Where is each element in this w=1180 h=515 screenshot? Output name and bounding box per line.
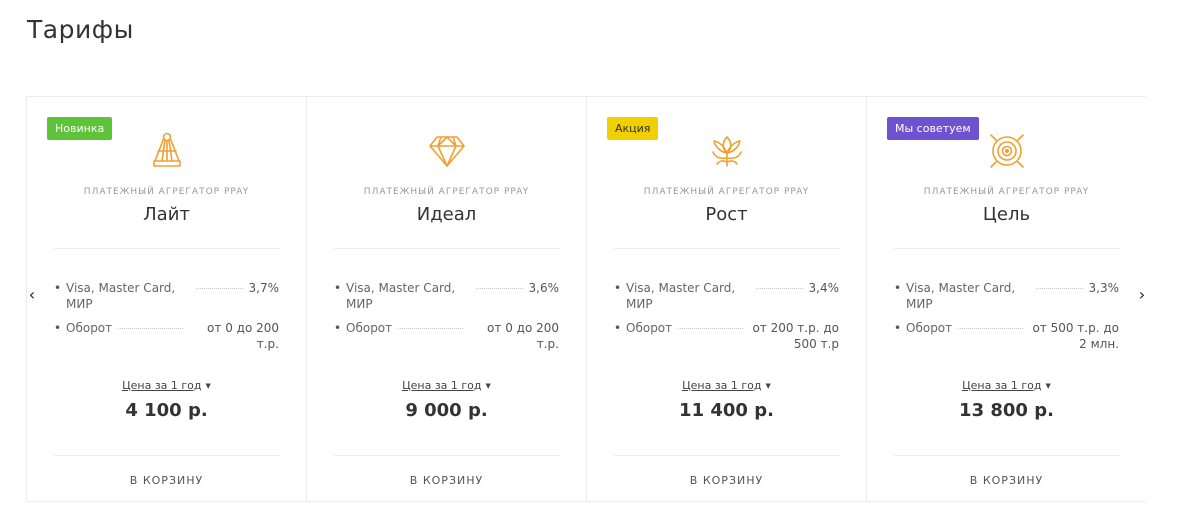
tariff-name: Цель	[982, 204, 1031, 225]
prop-row: • Visa, Master Card, МИР 3,6%	[334, 281, 560, 311]
tariff-card: Новинка ПЛАТЕЖНЫЙ АГРЕГАТОР PPAY Лайт • …	[26, 97, 306, 501]
diamond-icon	[427, 131, 467, 171]
divider	[894, 248, 1119, 249]
prop-value: 3,7%	[248, 281, 280, 295]
prop-name: Оборот	[66, 321, 113, 335]
divider	[614, 248, 839, 249]
tariff-card: Мы советуем ПЛАТЕЖНЫЙ АГРЕГАТОР PPAY Цел…	[866, 97, 1146, 501]
prop-name: Оборот	[906, 321, 953, 335]
prop-row: • Оборот от 0 до 200 т.р.	[54, 321, 279, 351]
prop-row: • Оборот от 200 т.р. до 500 т.р	[614, 321, 839, 351]
tariff-props: • Visa, Master Card, МИР 3,3% • Оборот о…	[894, 280, 1119, 360]
card-subtitle: ПЛАТЕЖНЫЙ АГРЕГАТОР PPAY	[363, 187, 530, 197]
divider	[54, 248, 279, 249]
promo-badge: Акция	[607, 117, 659, 140]
prop-name: Visa, Master Card, МИР	[906, 281, 1016, 311]
new-badge: Новинка	[47, 117, 113, 140]
card-subtitle: ПЛАТЕЖНЫЙ АГРЕГАТОР PPAY	[83, 187, 250, 197]
prop-row: • Visa, Master Card, МИР 3,7%	[54, 281, 280, 311]
price-period-select[interactable]: Цена за 1 год ▼	[27, 379, 306, 392]
divider	[894, 455, 1119, 456]
add-to-cart-button[interactable]: В КОРЗИНУ	[587, 474, 866, 487]
flower-icon	[707, 131, 747, 171]
prop-value: от 500 т.р. до 2 млн.	[1032, 321, 1119, 351]
tariff-card: Акция ПЛАТЕЖНЫЙ АГРЕГАТОР PPAY Рост • Vi…	[586, 97, 866, 501]
prop-row: • Оборот от 500 т.р. до 2 млн.	[894, 321, 1119, 351]
card-subtitle: ПЛАТЕЖНЫЙ АГРЕГАТОР PPAY	[643, 187, 810, 197]
prop-value: 3,6%	[528, 281, 560, 295]
recommend-badge: Мы советуем	[887, 117, 979, 140]
prop-row: • Оборот от 0 до 200 т.р.	[334, 321, 559, 351]
tariff-props: • Visa, Master Card, МИР 3,6% • Оборот о…	[334, 280, 559, 360]
price-period-select[interactable]: Цена за 1 год ▼	[587, 379, 866, 392]
price-period-select[interactable]: Цена за 1 год ▼	[307, 379, 586, 392]
divider	[334, 248, 559, 249]
shuttlecock-icon	[147, 131, 187, 171]
page-title: Тарифы	[27, 15, 134, 44]
add-to-cart-button[interactable]: В КОРЗИНУ	[27, 474, 306, 487]
prop-value: от 0 до 200 т.р.	[207, 321, 279, 351]
card-subtitle: ПЛАТЕЖНЫЙ АГРЕГАТОР PPAY	[923, 187, 1090, 197]
tariff-cards: Новинка ПЛАТЕЖНЫЙ АГРЕГАТОР PPAY Лайт • …	[26, 96, 1146, 502]
tariff-card: ПЛАТЕЖНЫЙ АГРЕГАТОР PPAY Идеал • Visa, M…	[306, 97, 586, 501]
price: 9 000 р.	[405, 400, 488, 421]
tariff-name: Рост	[705, 204, 748, 225]
prop-value: 3,4%	[808, 281, 840, 295]
divider	[334, 455, 559, 456]
prop-row: • Visa, Master Card, МИР 3,3%	[894, 281, 1120, 311]
tariff-props: • Visa, Master Card, МИР 3,7% • Оборот о…	[54, 280, 279, 360]
add-to-cart-button[interactable]: В КОРЗИНУ	[867, 474, 1146, 487]
prop-value: от 200 т.р. до 500 т.р	[752, 321, 839, 351]
prop-name: Visa, Master Card, МИР	[346, 281, 456, 311]
prop-name: Visa, Master Card, МИР	[626, 281, 736, 311]
divider	[54, 455, 279, 456]
price-period-select[interactable]: Цена за 1 год ▼	[867, 379, 1146, 392]
tariff-name: Идеал	[416, 204, 477, 225]
prop-value: 3,3%	[1088, 281, 1120, 295]
price: 4 100 р.	[125, 400, 208, 421]
prop-row: • Visa, Master Card, МИР 3,4%	[614, 281, 840, 311]
price: 11 400 р.	[679, 400, 774, 421]
target-icon	[987, 131, 1027, 171]
tariff-name: Лайт	[143, 204, 190, 225]
prop-value: от 0 до 200 т.р.	[487, 321, 559, 351]
prop-name: Оборот	[346, 321, 393, 335]
prop-name: Visa, Master Card, МИР	[66, 281, 176, 311]
prop-name: Оборот	[626, 321, 673, 335]
tariff-props: • Visa, Master Card, МИР 3,4% • Оборот о…	[614, 280, 839, 360]
price: 13 800 р.	[959, 400, 1054, 421]
add-to-cart-button[interactable]: В КОРЗИНУ	[307, 474, 586, 487]
divider	[614, 455, 839, 456]
